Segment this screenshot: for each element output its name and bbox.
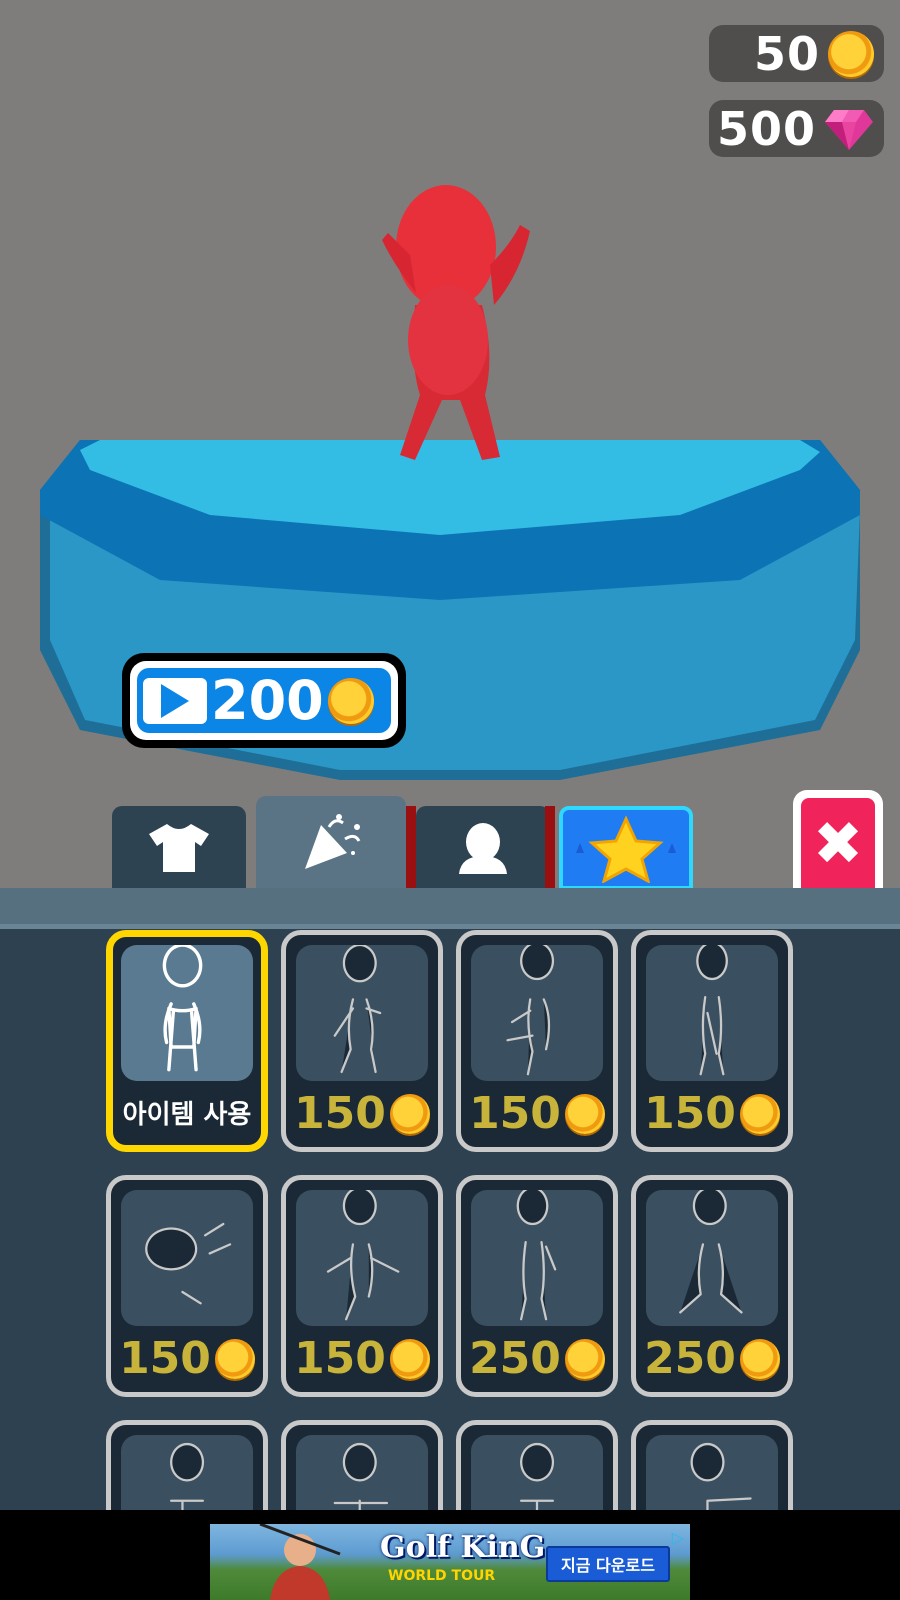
- gem-amount: 500: [716, 101, 816, 156]
- coin-icon: [564, 1338, 605, 1379]
- emote-thumbnail: [121, 1190, 253, 1326]
- ad-banner[interactable]: Golf KinG WORLD TOUR 지금 다운로드 ▷: [0, 1510, 900, 1600]
- watch-video-body: 200: [137, 668, 391, 733]
- price-amount: 150: [294, 1333, 386, 1384]
- emote-pose-icon: [516, 1190, 557, 1321]
- emote-pose-icon: [679, 1190, 743, 1314]
- emote-thumbnail: [296, 1190, 428, 1326]
- ad-banner-image[interactable]: Golf KinG WORLD TOUR 지금 다운로드 ▷: [210, 1524, 690, 1600]
- coin-icon: [327, 677, 374, 724]
- price-amount: 250: [644, 1333, 736, 1384]
- ad-choices-icon[interactable]: ▷: [672, 1528, 684, 1547]
- emote-card[interactable]: [631, 1420, 793, 1510]
- tshirt-icon: [149, 824, 209, 872]
- emote-thumbnail: [296, 945, 428, 1081]
- emote-card-selected[interactable]: 아이템 사용: [106, 930, 268, 1152]
- emote-card[interactable]: 150: [456, 930, 618, 1152]
- ad-subtitle: WORLD TOUR: [388, 1568, 496, 1584]
- emote-card[interactable]: 150: [281, 930, 443, 1152]
- emote-thumbnail: [646, 1435, 778, 1510]
- emote-thumbnail: [471, 945, 603, 1081]
- emote-thumbnail: [121, 1435, 253, 1510]
- emote-price: 150: [286, 1333, 438, 1384]
- emote-thumbnail: [121, 945, 253, 1081]
- coin-amount: 50: [753, 26, 820, 81]
- emote-card[interactable]: 150: [281, 1175, 443, 1397]
- emote-price: 150: [636, 1088, 788, 1139]
- price-amount: 150: [294, 1088, 386, 1139]
- emote-thumbnail: [471, 1435, 603, 1510]
- emote-card[interactable]: 150: [106, 1175, 268, 1397]
- coin-icon: [214, 1338, 255, 1379]
- watch-video-border: 200: [130, 661, 398, 740]
- emote-pose-icon: [326, 1190, 400, 1321]
- tab-divider: [545, 806, 555, 890]
- tab-character[interactable]: [416, 806, 550, 890]
- ad-download-button[interactable]: 지금 다운로드: [546, 1546, 670, 1582]
- coin-icon: [739, 1338, 780, 1379]
- coin-icon: [389, 1093, 430, 1134]
- emote-card[interactable]: 150: [631, 930, 793, 1152]
- tab-celebration[interactable]: [256, 796, 406, 890]
- emote-price: 250: [636, 1333, 788, 1384]
- head-icon: [459, 823, 507, 874]
- coin-icon: [828, 30, 874, 77]
- emote-pose-icon: [333, 1443, 389, 1510]
- emote-price: 150: [111, 1333, 263, 1384]
- emote-pose-icon: [333, 945, 382, 1074]
- emote-card[interactable]: 250: [631, 1175, 793, 1397]
- emote-price: 150: [461, 1088, 613, 1139]
- game-scene: 50 500 200 ✖: [0, 0, 900, 890]
- video-reward-amount: 200: [211, 669, 324, 732]
- close-icon: ✖: [812, 809, 864, 879]
- ad-title: Golf KinG: [380, 1530, 546, 1565]
- close-button-body: ✖: [801, 798, 875, 890]
- emote-card[interactable]: [106, 1420, 268, 1510]
- emote-pose-icon: [162, 945, 203, 1072]
- use-item-label: 아이템 사용: [122, 1100, 252, 1130]
- player-character: [382, 185, 530, 460]
- tab-divider: [406, 806, 416, 890]
- price-amount: 250: [469, 1333, 561, 1384]
- tab-special[interactable]: [559, 806, 693, 890]
- emote-pose-icon: [506, 945, 555, 1076]
- coin-icon: [564, 1093, 605, 1134]
- star-icon: [576, 815, 676, 883]
- emote-pose-icon: [520, 1443, 555, 1510]
- emote-card[interactable]: 250: [456, 1175, 618, 1397]
- emote-pose-icon: [690, 1443, 752, 1510]
- gem-counter: 500: [709, 100, 884, 157]
- price-amount: 150: [644, 1088, 736, 1139]
- gem-icon: [825, 109, 873, 150]
- emote-pose-icon: [696, 945, 728, 1076]
- emote-card[interactable]: [456, 1420, 618, 1510]
- emote-thumbnail: [646, 1190, 778, 1326]
- emote-panel: 아이템 사용 150 150 150 150 150 250 250: [0, 888, 900, 1510]
- close-button[interactable]: ✖: [793, 790, 883, 890]
- golfer-figure: [259, 1524, 341, 1600]
- emote-price: 150: [286, 1088, 438, 1139]
- coin-counter: 50: [709, 25, 884, 82]
- emote-thumbnail: [296, 1435, 428, 1510]
- play-icon: [143, 677, 207, 724]
- emote-price: 250: [461, 1333, 613, 1384]
- emote-thumbnail: [646, 945, 778, 1081]
- emote-card[interactable]: [281, 1420, 443, 1510]
- tab-outfit[interactable]: [112, 806, 246, 890]
- watch-video-button[interactable]: 200: [122, 653, 406, 748]
- party-popper-icon: [305, 814, 361, 869]
- emote-thumbnail: [471, 1190, 603, 1326]
- coin-icon: [389, 1338, 430, 1379]
- price-amount: 150: [469, 1088, 561, 1139]
- price-amount: 150: [119, 1333, 211, 1384]
- emote-pose-icon: [170, 1443, 205, 1510]
- panel-header-bar: [0, 888, 900, 929]
- coin-icon: [739, 1093, 780, 1134]
- emote-pose-icon: [145, 1222, 232, 1305]
